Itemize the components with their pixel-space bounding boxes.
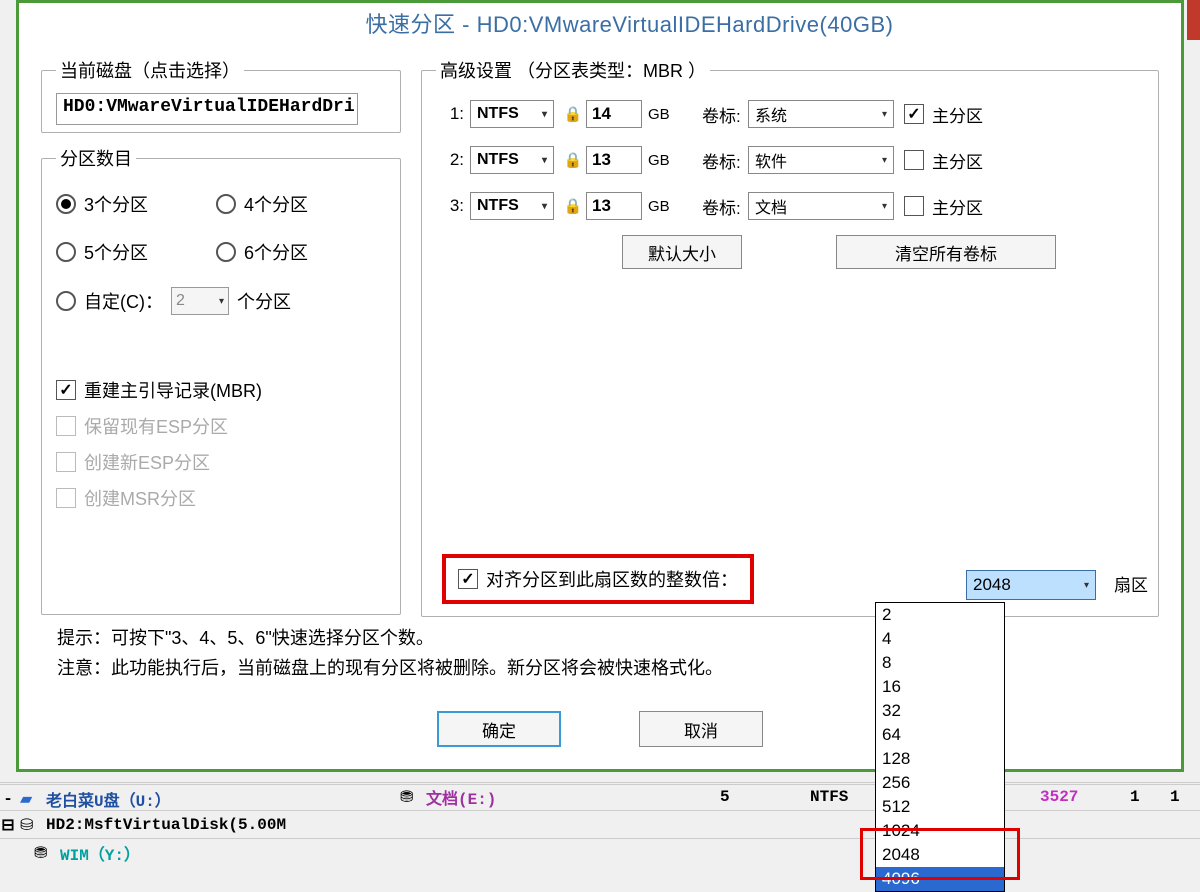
drive-icon: ⛃ (34, 843, 56, 863)
bg-row-wim[interactable]: ⛃ WIM（Y:） (0, 838, 1200, 866)
current-disk-legend: 当前磁盘（点击选择） (56, 57, 244, 83)
primary-label: 主分区 (932, 102, 983, 127)
chevron-down-icon: ▾ (542, 201, 547, 212)
filesystem-select[interactable]: NTFS▾ (470, 146, 554, 174)
advanced-settings-group: 高级设置 （分区表类型：MBR ） 1:NTFS▾🔒14GB卷标:系统▾主分区2… (421, 57, 1159, 617)
sector-option[interactable]: 8 (876, 651, 1004, 675)
advanced-legend: 高级设置 （分区表类型：MBR ） (436, 57, 710, 83)
sector-option[interactable]: 2048 (876, 843, 1004, 867)
default-size-button[interactable]: 默认大小 (622, 235, 742, 269)
size-unit: GB (648, 198, 676, 215)
lock-icon: 🔒 (562, 149, 584, 171)
custom-count-select[interactable]: 2▾ (171, 287, 229, 315)
volume-label-select[interactable]: 系统▾ (748, 100, 894, 128)
quick-partition-dialog: 快速分区 - HD0:VMwareVirtualIDEHardDrive(40G… (16, 0, 1184, 772)
chevron-down-icon: ▾ (882, 155, 887, 166)
sector-option[interactable]: 1024 (876, 819, 1004, 843)
chevron-down-icon: ▾ (1084, 580, 1089, 591)
sector-option[interactable]: 256 (876, 771, 1004, 795)
usb-icon: ▰ (20, 789, 42, 809)
sector-option[interactable]: 4096 (876, 867, 1004, 891)
sector-option[interactable]: 128 (876, 747, 1004, 771)
window-title: 快速分区 - HD0:VMwareVirtualIDEHardDrive(40G… (366, 7, 894, 39)
sector-option[interactable]: 2 (876, 603, 1004, 627)
hint-text: 提示：可按下"3、4、5、6"快速选择分区个数。 注意：此功能执行后，当前磁盘上… (57, 623, 723, 683)
create-esp-checkbox (56, 452, 76, 472)
sector-option[interactable]: 64 (876, 723, 1004, 747)
partition-row: 1: NTFS▾ 🔒14 GB 卷标:系统▾ 主分区 (436, 97, 1144, 131)
sector-dropdown-list[interactable]: 248163264128256512102420484096 (875, 602, 1005, 892)
keep-esp-checkbox (56, 416, 76, 436)
size-unit: GB (648, 152, 676, 169)
sector-option[interactable]: 32 (876, 699, 1004, 723)
partition-index: 2: (436, 150, 464, 170)
lock-icon: 🔒 (562, 195, 584, 217)
partition-count-legend: 分区数目 (56, 145, 136, 171)
sector-unit-label: 扇区 (1114, 571, 1148, 596)
primary-checkbox[interactable] (904, 150, 924, 170)
filesystem-select[interactable]: NTFS▾ (470, 100, 554, 128)
volume-label-select[interactable]: 文档▾ (748, 192, 894, 220)
radio-3-partitions[interactable]: 3个分区 (56, 191, 216, 217)
radio-4-partitions[interactable]: 4个分区 (216, 191, 376, 217)
align-checkbox[interactable] (458, 569, 478, 589)
align-highlight: 对齐分区到此扇区数的整数倍： (442, 554, 754, 604)
radio-5-partitions[interactable]: 5个分区 (56, 239, 216, 265)
clear-labels-button[interactable]: 清空所有卷标 (836, 235, 1056, 269)
chevron-down-icon: ▾ (542, 155, 547, 166)
disk-icon: ⛁ (20, 815, 42, 835)
create-msr-checkbox (56, 488, 76, 508)
sector-option[interactable]: 512 (876, 795, 1004, 819)
partition-count-group: 分区数目 3个分区 4个分区 5个分区 6个分区 自定(C)： 2▾ 个分区 重… (41, 145, 401, 615)
chevron-down-icon: ▾ (882, 201, 887, 212)
rebuild-mbr-checkbox[interactable] (56, 380, 76, 400)
radio-custom-partitions[interactable]: 自定(C)： (56, 288, 163, 314)
primary-label: 主分区 (932, 148, 983, 173)
sector-option[interactable]: 16 (876, 675, 1004, 699)
chevron-down-icon: ▾ (882, 109, 887, 120)
lock-icon: 🔒 (562, 103, 584, 125)
size-input[interactable]: 13 (586, 192, 642, 220)
radio-6-partitions[interactable]: 6个分区 (216, 239, 376, 265)
partition-row: 2: NTFS▾ 🔒13 GB 卷标:软件▾ 主分区 (436, 143, 1144, 177)
volume-label-text: 卷标: (702, 194, 746, 219)
volume-label-text: 卷标: (702, 148, 746, 173)
partition-row: 3: NTFS▾ 🔒13 GB 卷标:文档▾ 主分区 (436, 189, 1144, 223)
chevron-down-icon: ▾ (542, 109, 547, 120)
disk-select-input[interactable]: HD0:VMwareVirtualIDEHardDri (56, 93, 358, 125)
size-unit: GB (648, 106, 676, 123)
primary-label: 主分区 (932, 194, 983, 219)
close-button[interactable]: × (1187, 0, 1200, 40)
partition-index: 1: (436, 104, 464, 124)
size-input[interactable]: 13 (586, 146, 642, 174)
volume-label-select[interactable]: 软件▾ (748, 146, 894, 174)
size-input[interactable]: 14 (586, 100, 642, 128)
primary-checkbox[interactable] (904, 104, 924, 124)
sector-select[interactable]: 2048▾ (966, 570, 1096, 600)
titlebar: 快速分区 - HD0:VMwareVirtualIDEHardDrive(40G… (16, 0, 1200, 46)
current-disk-group: 当前磁盘（点击选择） HD0:VMwareVirtualIDEHardDri (41, 57, 401, 133)
partition-index: 3: (436, 196, 464, 216)
bg-row-hd2[interactable]: ⊟⛁ HD2:MsftVirtualDisk(5.00M (0, 810, 1200, 838)
cancel-button[interactable]: 取消 (639, 711, 763, 747)
ok-button[interactable]: 确定 (437, 711, 561, 747)
sector-option[interactable]: 4 (876, 627, 1004, 651)
filesystem-select[interactable]: NTFS▾ (470, 192, 554, 220)
bg-row-usb[interactable]: -▰ 老白菜U盘（U:） (0, 784, 1200, 812)
align-label: 对齐分区到此扇区数的整数倍： (486, 566, 738, 592)
primary-checkbox[interactable] (904, 196, 924, 216)
volume-label-text: 卷标: (702, 102, 746, 127)
